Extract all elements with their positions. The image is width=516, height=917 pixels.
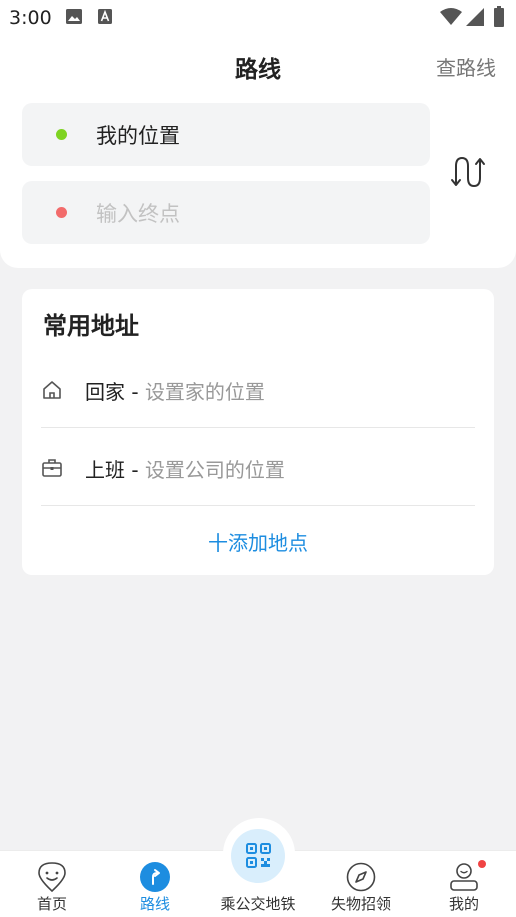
notification-badge [478, 860, 486, 868]
address-hint-work: 设置公司的位置 [144, 458, 285, 482]
profile-icon [450, 863, 478, 891]
home-face-icon [38, 862, 66, 892]
add-place-button[interactable]: 十添加地点 [22, 527, 494, 556]
nav-label-route: 路线 [139, 895, 170, 913]
battery-icon [494, 6, 504, 27]
font-notification-icon [98, 9, 112, 24]
image-notification-icon [66, 9, 82, 24]
start-location-value: 我的位置 [96, 124, 180, 148]
search-routes-link[interactable]: 查路线 [436, 52, 496, 81]
status-bar: 3:00 [0, 0, 516, 34]
swap-route-icon[interactable] [450, 154, 486, 190]
destination-placeholder: 输入终点 [96, 202, 180, 226]
wifi-icon [440, 8, 462, 25]
nav-item-bus-metro[interactable]: 乘公交地铁 [213, 850, 303, 917]
address-name-home: 回家 [85, 380, 125, 404]
signal-icon [466, 8, 484, 26]
nav-label-home: 首页 [36, 895, 67, 913]
status-time: 3:00 [9, 7, 52, 29]
end-dot [56, 207, 67, 218]
home-icon [43, 381, 61, 399]
compass-icon [346, 862, 376, 892]
start-location-field[interactable]: 我的位置 [22, 103, 430, 166]
address-label-work: 上班 - 设置公司的位置 [85, 454, 285, 483]
nav-item-home[interactable]: 首页 [7, 850, 97, 917]
route-icon [140, 862, 170, 892]
nav-item-mine[interactable]: 我的 [419, 850, 509, 917]
address-hint-home: 设置家的位置 [144, 380, 265, 404]
address-separator-home: - [125, 380, 145, 404]
nav-item-lost-found[interactable]: 失物招领 [316, 850, 406, 917]
start-dot [56, 129, 67, 140]
nav-label-lost-found: 失物招领 [330, 895, 391, 913]
address-row-home[interactable]: 回家 - 设置家的位置 [41, 351, 475, 428]
address-separator-work: - [125, 458, 145, 482]
common-addresses-card: 常用地址 回家 - 设置家的位置 上班 - 设置公司的位置 十添加地点 [22, 289, 494, 575]
nav-label-mine: 我的 [448, 895, 479, 913]
nav-label-bus-metro: 乘公交地铁 [220, 895, 296, 913]
destination-field[interactable]: 输入终点 [22, 181, 430, 244]
nav-item-route[interactable]: 路线 [110, 850, 200, 917]
address-name-work: 上班 [85, 458, 125, 482]
address-label-home: 回家 - 设置家的位置 [85, 376, 265, 405]
common-addresses-title: 常用地址 [43, 312, 139, 340]
briefcase-icon [42, 459, 62, 477]
address-row-work[interactable]: 上班 - 设置公司的位置 [41, 429, 475, 506]
